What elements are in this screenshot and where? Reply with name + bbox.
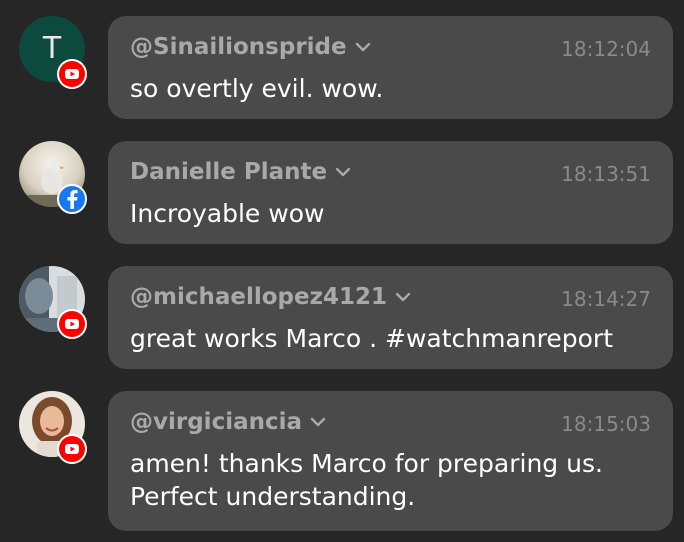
author-name[interactable]: @virgiciancia (130, 409, 326, 435)
chat-message: T @Sinailionspride 18:12:04 so overtly e… (0, 16, 684, 119)
timestamp: 18:15:03 (561, 412, 651, 436)
chevron-down-icon[interactable] (335, 157, 351, 183)
chat-message: @michaellopez4121 18:14:27 great works M… (0, 266, 684, 369)
author-name[interactable]: @michaellopez4121 (130, 284, 411, 310)
message-text: great works Marco . #watchmanreport (130, 324, 613, 353)
chat-message: @virgiciancia 18:15:03 amen! thanks Marc… (0, 391, 684, 531)
chevron-down-icon[interactable] (395, 282, 411, 308)
youtube-icon (57, 309, 87, 339)
author-label: @virgiciancia (130, 409, 303, 435)
author-label: @Sinailionspride (130, 34, 347, 60)
author-label: Danielle Plante (130, 159, 328, 185)
facebook-icon (57, 184, 87, 214)
chevron-down-icon[interactable] (355, 32, 371, 58)
message-text: so overtly evil. wow. (130, 74, 384, 103)
avatar-letter: T (42, 31, 62, 66)
message-text: amen! thanks Marco for preparing us. Per… (130, 449, 603, 511)
message-bubble: Danielle Plante 18:13:51 Incroyable wow (108, 141, 673, 244)
timestamp: 18:12:04 (561, 37, 651, 61)
youtube-icon (57, 434, 87, 464)
chat-feed: T @Sinailionspride 18:12:04 so overtly e… (0, 0, 684, 542)
author-name[interactable]: @Sinailionspride (130, 34, 371, 60)
timestamp: 18:13:51 (561, 162, 651, 186)
message-bubble: @Sinailionspride 18:12:04 so overtly evi… (108, 16, 673, 119)
message-text: Incroyable wow (130, 199, 325, 228)
chat-message: Danielle Plante 18:13:51 Incroyable wow (0, 141, 684, 244)
author-name[interactable]: Danielle Plante (130, 159, 351, 185)
author-label: @michaellopez4121 (130, 284, 388, 310)
message-bubble: @michaellopez4121 18:14:27 great works M… (108, 266, 673, 369)
chevron-down-icon[interactable] (310, 407, 326, 433)
message-bubble: @virgiciancia 18:15:03 amen! thanks Marc… (108, 391, 673, 531)
timestamp: 18:14:27 (561, 287, 651, 311)
youtube-icon (57, 59, 87, 89)
